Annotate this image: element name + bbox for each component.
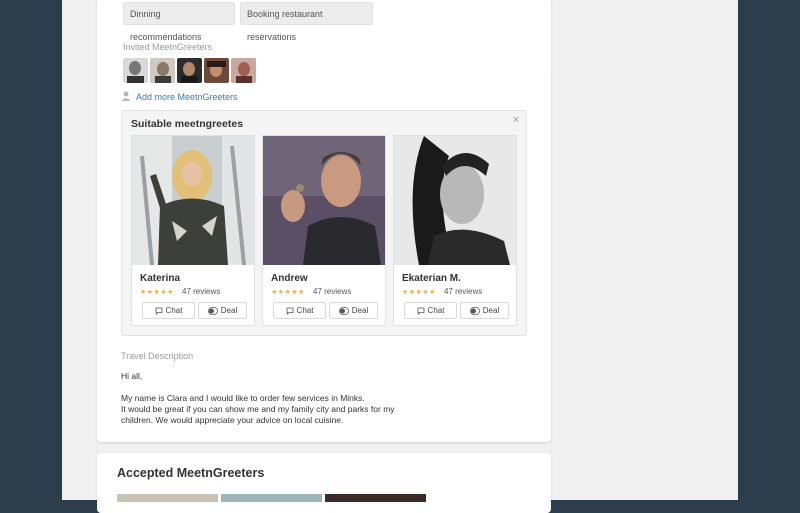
person-card-andrew[interactable]: Andrew ★★★★★ 47 reviews Chat Deal <box>262 135 386 326</box>
chat-icon <box>417 307 424 315</box>
chat-label: Chat <box>427 306 445 315</box>
reviews-count[interactable]: 47 reviews <box>444 287 482 296</box>
person-name: Katerina <box>140 273 181 284</box>
person-card-ekaterian[interactable]: Ekaterian M. ★★★★★ 47 reviews Chat Deal <box>393 135 517 326</box>
deal-label: Deal <box>220 306 238 315</box>
avatar[interactable] <box>177 58 202 83</box>
accepted-thumbnail[interactable] <box>117 494 218 502</box>
card-divider <box>551 72 552 442</box>
chat-label: Chat <box>165 306 183 315</box>
chat-icon <box>155 307 162 315</box>
tag-dining: Dinning recommendations <box>123 2 235 42</box>
tag-booking: Booking restaurant reservations <box>240 2 373 42</box>
person-photo <box>263 136 385 265</box>
person-photo <box>394 136 516 265</box>
travel-line: children. We would appreciate your advic… <box>121 415 344 425</box>
avatar[interactable] <box>231 58 256 83</box>
avatar[interactable] <box>123 58 148 83</box>
deal-icon <box>338 306 349 315</box>
suitable-panel: Suitable meetngreetes × Katerina ★★★★★ 4… <box>121 110 527 336</box>
add-user-icon <box>121 91 131 101</box>
rating-stars: ★★★★★ <box>402 289 436 296</box>
travel-greeting: Hi all, <box>121 371 143 381</box>
person-photo <box>132 136 254 265</box>
chat-label: Chat <box>296 306 314 315</box>
deal-button[interactable]: Deal <box>460 302 509 319</box>
deal-icon <box>469 306 480 315</box>
travel-description-label: Travel Description <box>121 351 194 361</box>
avatar[interactable] <box>204 58 229 83</box>
accepted-thumbnail[interactable] <box>325 494 426 502</box>
invited-avatars <box>123 58 256 83</box>
add-more-label: Add more MeetnGreeters <box>136 91 238 102</box>
deal-button[interactable]: Deal <box>329 302 378 319</box>
deal-button[interactable]: Deal <box>198 302 247 319</box>
chat-button[interactable]: Chat <box>404 302 457 319</box>
accepted-thumbnail[interactable] <box>221 494 322 502</box>
invited-label: Invited MeetnGreeters <box>123 42 213 52</box>
travel-line: My name is Clara and I would like to ord… <box>121 393 365 403</box>
avatar[interactable] <box>150 58 175 83</box>
accepted-card <box>97 453 551 513</box>
chat-button[interactable]: Chat <box>142 302 195 319</box>
rating-stars: ★★★★★ <box>140 289 174 296</box>
add-more-link[interactable]: Add more MeetnGreeters <box>121 91 238 102</box>
rating-stars: ★★★★★ <box>271 289 305 296</box>
deal-label: Deal <box>351 306 369 315</box>
person-card-katerina[interactable]: Katerina ★★★★★ 47 reviews Chat Deal <box>131 135 255 326</box>
reviews-count[interactable]: 47 reviews <box>313 287 351 296</box>
accepted-title: Accepted MeetnGreeters <box>117 466 265 480</box>
chat-button[interactable]: Chat <box>273 302 326 319</box>
reviews-count[interactable]: 47 reviews <box>182 287 220 296</box>
travel-line: It would be great if you can show me and… <box>121 404 395 414</box>
person-name: Ekaterian M. <box>402 273 461 284</box>
person-name: Andrew <box>271 273 308 284</box>
deal-label: Deal <box>482 306 500 315</box>
suitable-title: Suitable meetngreetes <box>131 118 244 130</box>
chat-icon <box>286 307 293 315</box>
close-icon[interactable]: × <box>513 114 519 126</box>
deal-icon <box>207 306 218 315</box>
